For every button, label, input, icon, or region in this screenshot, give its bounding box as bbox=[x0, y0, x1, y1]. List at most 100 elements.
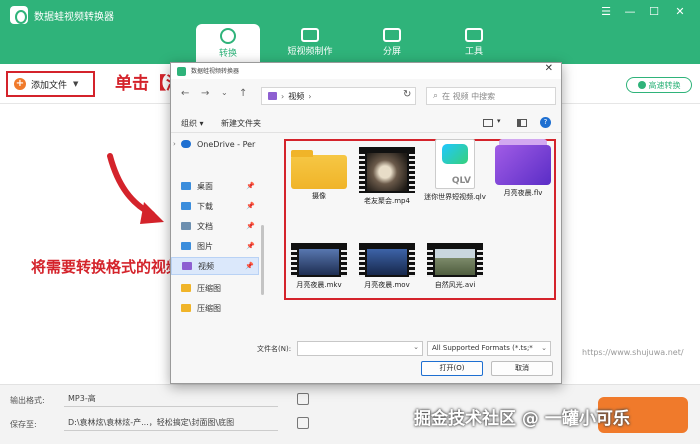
nav-item-compressed-2[interactable]: 压缩图 bbox=[171, 299, 259, 317]
view-options-icon[interactable] bbox=[483, 119, 493, 127]
video-thumbnail-icon bbox=[359, 243, 415, 277]
chevron-down-icon[interactable]: ⌄ bbox=[413, 343, 419, 351]
organize-button[interactable]: 组织 ▾ bbox=[181, 118, 204, 129]
address-path: 视频 bbox=[288, 91, 305, 101]
back-icon[interactable]: ← bbox=[181, 88, 189, 99]
nav-item-desktop[interactable]: 桌面 📌 bbox=[171, 177, 259, 195]
output-format-select[interactable]: MP3-高 bbox=[64, 391, 278, 407]
close-icon[interactable]: ✕ bbox=[672, 4, 688, 20]
add-file-button[interactable]: + 添加文件 ▼ bbox=[6, 71, 95, 97]
toolbox-icon bbox=[465, 28, 483, 42]
convert-icon bbox=[220, 28, 236, 44]
nav-item-label: 压缩图 bbox=[197, 283, 221, 293]
open-button[interactable]: 打开(O) bbox=[421, 361, 483, 376]
nav-item-label: 文档 bbox=[197, 221, 213, 231]
app-header: 数据蛙视频转换器 ☰ — ☐ ✕ 转换 短视频制作 分屏 工具 bbox=[0, 0, 700, 64]
file-name: 月亮夜晨.flv bbox=[503, 189, 543, 197]
nav-item-pictures[interactable]: 图片 📌 bbox=[171, 237, 259, 255]
save-path-field[interactable]: D:\袁林炫\袁林炫-产...，轻松搞定\封面图\底图 bbox=[64, 415, 278, 431]
nav-item-label: 视频 bbox=[198, 261, 214, 271]
nav-item-videos[interactable]: 视频 📌 bbox=[171, 257, 259, 275]
add-file-label: 添加文件 bbox=[31, 80, 68, 91]
file-name: 迷你世界短视频.qlv bbox=[424, 193, 486, 201]
tab-short-video[interactable]: 短视频制作 bbox=[278, 24, 342, 64]
nav-item-downloads[interactable]: 下载 📌 bbox=[171, 197, 259, 215]
folder-icon bbox=[181, 284, 191, 292]
chevron-down-icon[interactable]: ▼ bbox=[73, 80, 78, 88]
app-logo-icon bbox=[10, 6, 28, 24]
filename-row: 文件名(N): ⌄ All Supported Formats (*.ts;* … bbox=[171, 339, 561, 359]
file-item-camera-folder[interactable]: 摄像 bbox=[285, 147, 353, 201]
filename-label: 文件名(N): bbox=[257, 345, 292, 353]
file-list: 摄像 老友聚会.mp4 QLV 迷你世界短视频.qlv 月亮夜晨.flv 月亮夜… bbox=[281, 135, 559, 335]
filetype-select[interactable]: All Supported Formats (*.ts;* ⌄ bbox=[427, 341, 551, 356]
filetype-value: All Supported Formats (*.ts;* bbox=[432, 344, 533, 352]
nav-item-documents[interactable]: 文档 📌 bbox=[171, 217, 259, 235]
format-settings-icon[interactable] bbox=[297, 393, 309, 405]
navpane-scrollbar[interactable] bbox=[261, 225, 264, 295]
short-video-icon bbox=[301, 28, 319, 42]
tab-split-screen-label: 分屏 bbox=[382, 47, 401, 57]
flv-file-icon bbox=[495, 139, 551, 185]
help-icon[interactable]: ? bbox=[540, 117, 551, 128]
nav-item-onedrive[interactable]: › OneDrive - Per bbox=[171, 135, 259, 153]
tab-split-screen[interactable]: 分屏 bbox=[360, 24, 424, 64]
new-folder-button[interactable]: 新建文件夹 bbox=[221, 118, 261, 129]
menu-icon[interactable]: ☰ bbox=[598, 4, 614, 20]
cancel-button[interactable]: 取消 bbox=[491, 361, 553, 376]
nav-item-compressed-1[interactable]: 压缩图 bbox=[171, 279, 259, 297]
split-screen-icon bbox=[383, 28, 401, 42]
folder-icon[interactable] bbox=[297, 417, 309, 429]
fast-convert-button[interactable]: 高速转换 bbox=[626, 77, 692, 93]
app-title: 数据蛙视频转换器 bbox=[34, 12, 114, 23]
app-logo-icon bbox=[177, 67, 186, 76]
file-item-moon-night-mov[interactable]: 月亮夜晨.mov bbox=[353, 243, 421, 290]
file-item-mini-world-qlv[interactable]: QLV 迷你世界短视频.qlv bbox=[421, 139, 489, 202]
filename-input[interactable]: ⌄ bbox=[297, 341, 423, 356]
preview-pane-icon[interactable] bbox=[517, 119, 527, 127]
minimize-icon[interactable]: — bbox=[622, 4, 638, 20]
cloud-icon bbox=[181, 140, 191, 148]
dialog-titlebar: 数据蛙视频转换器 ✕ bbox=[171, 63, 561, 79]
dialog-navbar: ← → ⌄ ↑ › 视频 › ↻ ⌕ 在 视频 中搜索 bbox=[171, 83, 561, 109]
tab-tools[interactable]: 工具 bbox=[442, 24, 506, 64]
file-item-moon-night-flv[interactable]: 月亮夜晨.flv bbox=[489, 139, 557, 198]
pin-icon: 📌 bbox=[246, 242, 255, 250]
dialog-close-icon[interactable]: ✕ bbox=[545, 63, 553, 74]
recent-chevron-icon[interactable]: ⌄ bbox=[221, 88, 228, 97]
forward-icon[interactable]: → bbox=[201, 88, 209, 99]
maximize-icon[interactable]: ☐ bbox=[646, 4, 662, 20]
dialog-title: 数据蛙视频转换器 bbox=[191, 68, 240, 75]
file-name: 摄像 bbox=[312, 192, 326, 200]
lightning-icon bbox=[637, 81, 646, 89]
folder-icon bbox=[181, 304, 191, 312]
file-item-reunion-mp4[interactable]: 老友聚会.mp4 bbox=[353, 147, 421, 206]
address-chevron: › bbox=[281, 91, 285, 101]
address-bar[interactable]: › 视频 › bbox=[261, 87, 416, 105]
video-thumbnail-icon bbox=[359, 147, 415, 193]
chevron-down-icon[interactable]: ⌄ bbox=[541, 342, 547, 355]
refresh-icon[interactable]: ↻ bbox=[403, 89, 411, 100]
view-chevron-icon[interactable]: ▾ bbox=[497, 117, 501, 125]
search-input[interactable]: ⌕ 在 视频 中搜索 bbox=[426, 87, 556, 105]
search-placeholder: 在 视频 中搜索 bbox=[442, 91, 496, 101]
file-item-moon-night-mkv[interactable]: 月亮夜晨.mkv bbox=[285, 243, 353, 290]
watermark-site: 掘金技术社区 @ 一罐小可乐 bbox=[414, 409, 630, 429]
expand-chevron-icon[interactable]: › bbox=[173, 140, 176, 148]
file-name: 月亮夜晨.mkv bbox=[296, 281, 342, 289]
output-format-label: 输出格式: bbox=[10, 396, 45, 405]
video-folder-icon bbox=[182, 262, 192, 270]
qlv-file-icon: QLV bbox=[435, 139, 475, 189]
open-file-dialog: 数据蛙视频转换器 ✕ ← → ⌄ ↑ › 视频 › ↻ ⌕ 在 视频 中搜索 组… bbox=[170, 62, 562, 384]
file-name: 老友聚会.mp4 bbox=[364, 197, 410, 205]
file-item-nature-avi[interactable]: 自然风光.avi bbox=[421, 243, 489, 290]
red-arrow-icon bbox=[107, 153, 164, 224]
document-icon bbox=[181, 222, 191, 230]
pin-icon: 📌 bbox=[246, 222, 255, 230]
pin-icon: 📌 bbox=[246, 182, 255, 190]
address-chevron: › bbox=[308, 91, 312, 101]
video-thumbnail-icon bbox=[427, 243, 483, 277]
nav-item-label: 图片 bbox=[197, 241, 213, 251]
tab-convert[interactable]: 转换 bbox=[196, 24, 260, 64]
up-icon[interactable]: ↑ bbox=[239, 88, 247, 99]
